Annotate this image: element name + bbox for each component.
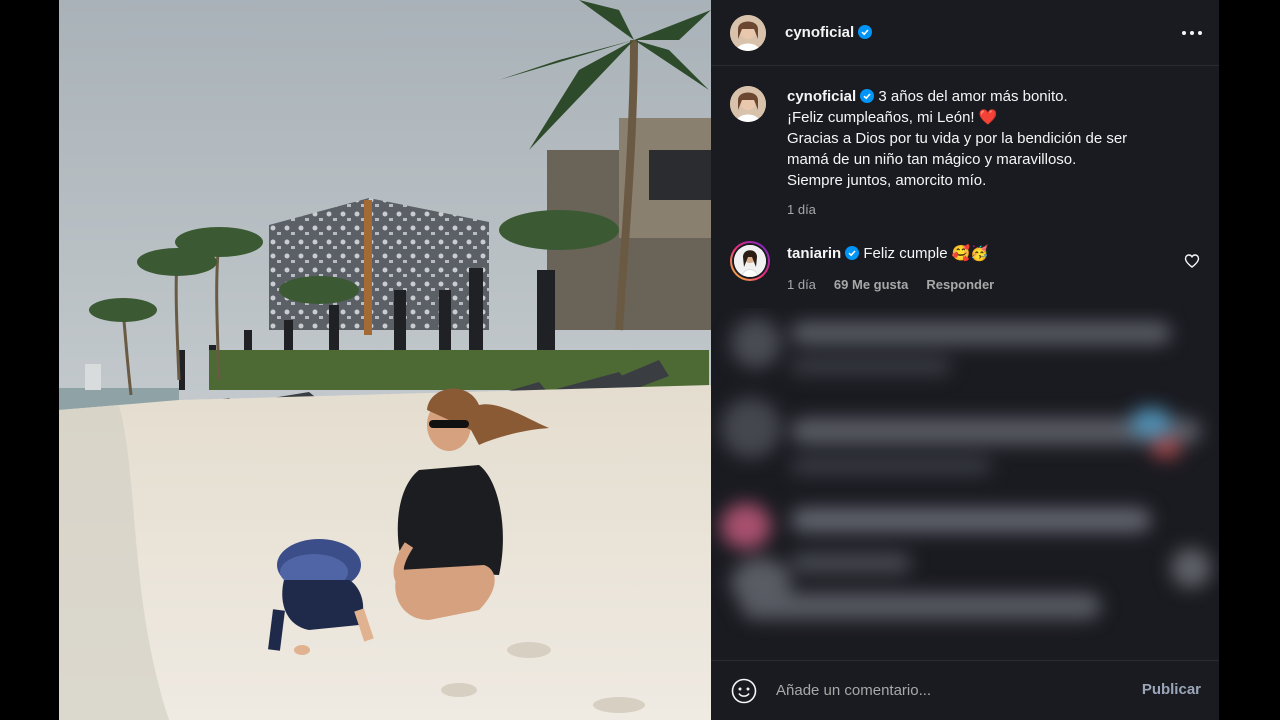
more-options-icon[interactable] [1179, 22, 1205, 44]
caption-avatar[interactable] [730, 86, 766, 122]
author-username[interactable]: cynoficial [785, 24, 873, 41]
verified-badge-icon [860, 89, 875, 103]
comment-composer: Publicar [711, 660, 1219, 720]
post-header: cynoficial [711, 0, 1219, 66]
commenter-story-ring[interactable] [730, 241, 770, 281]
post-photo[interactable] [59, 0, 711, 720]
verified-badge-icon [858, 25, 873, 39]
comments-panel: cynoficial cynoficial 3 años del amor má… [711, 0, 1219, 720]
verified-badge-icon [845, 246, 860, 260]
caption-time[interactable]: 1 día [787, 199, 816, 220]
caption-text-line: Siempre juntos, amorcito mío. [787, 172, 987, 189]
commenter-avatar [734, 245, 766, 277]
post-caption: cynoficial 3 años del amor más bonito. ¡… [730, 86, 1200, 220]
heart-icon[interactable] [1184, 253, 1200, 269]
commenter-username[interactable]: taniarin [787, 245, 841, 262]
reply-button[interactable]: Responder [926, 273, 994, 296]
emoji-icon[interactable] [731, 678, 757, 704]
caption-text-line: mamá de un niño tan mágico y maravilloso… [787, 151, 1077, 168]
publish-button[interactable]: Publicar [1142, 681, 1201, 698]
blurred-comments [711, 308, 1219, 660]
comment-likes[interactable]: 69 Me gusta [834, 273, 908, 296]
post-image [59, 0, 711, 720]
author-avatar[interactable] [730, 14, 766, 51]
comment-time[interactable]: 1 día [787, 273, 816, 296]
caption-text-line: 3 años del amor más bonito. [878, 88, 1068, 105]
comment-item: taniarin Feliz cumple 🥰🥳 1 día 69 Me gus… [730, 241, 1200, 296]
caption-text-line: ¡Feliz cumpleaños, mi León! ❤️ [787, 109, 998, 126]
page-backdrop [1219, 0, 1280, 720]
caption-text-line: Gracias a Dios por tu vida y por la bend… [787, 130, 1128, 147]
caption-username[interactable]: cynoficial [787, 88, 856, 105]
comment-text: Feliz cumple 🥰🥳 [863, 245, 990, 262]
comment-input[interactable] [776, 675, 1116, 706]
